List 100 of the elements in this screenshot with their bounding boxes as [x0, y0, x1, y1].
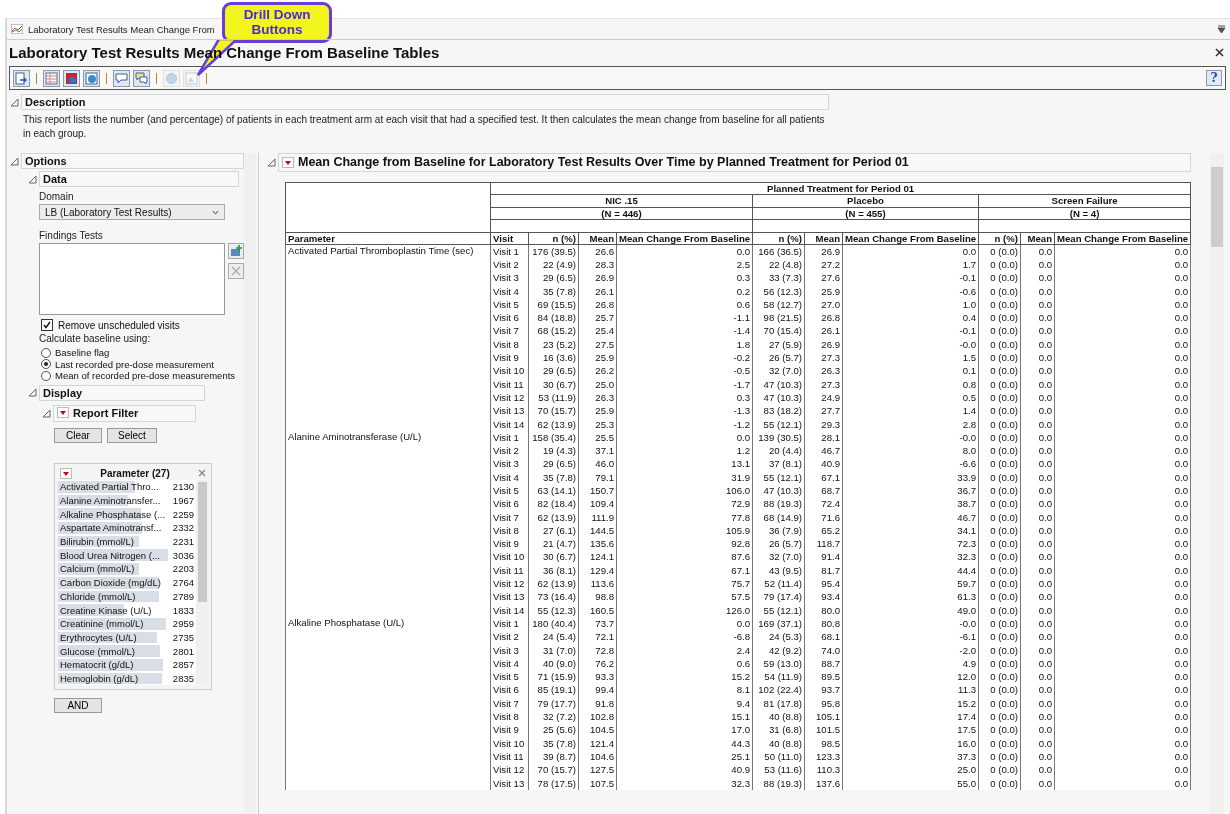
table-cell: Visit 9 [490, 723, 529, 737]
checkbox[interactable] [41, 319, 53, 331]
table-cell: 0.8 [842, 377, 979, 392]
field-label: Findings Tests [39, 230, 104, 241]
table-cell: 25.9 [578, 404, 617, 418]
disclosure-icon[interactable] [28, 388, 37, 397]
disclosure-icon[interactable] [267, 157, 276, 167]
and-button[interactable]: AND [54, 698, 102, 714]
table-cell: Visit 3 [490, 271, 529, 285]
toolbar-button[interactable] [83, 69, 100, 87]
table-cell: Visit 13 [490, 404, 529, 418]
list-item[interactable]: Hematocrit (g/dL) 2857 [58, 657, 196, 672]
table-cell: 26.9 [804, 244, 843, 259]
list-item[interactable]: Chloride (mmol/L) 2789 [58, 589, 196, 604]
list-item[interactable]: Alkaline Phosphatase (... 2259 [58, 507, 196, 522]
table-cell: 0 (0.0) [978, 404, 1021, 418]
section-header[interactable]: Description [21, 94, 829, 110]
table-cell: 53 (11.9) [528, 391, 579, 405]
list-item[interactable]: Calcium (mmol/L) 2203 [58, 562, 196, 576]
table-cell: 0.0 [1054, 510, 1191, 525]
list-item[interactable]: Alanine Aminotransfer... 1967 [58, 493, 196, 508]
list-item[interactable]: Bilirubin (mmol/L) 2231 [58, 534, 196, 549]
table-cell: 59 (13.0) [752, 657, 805, 671]
list-item[interactable]: Creatine Kinase (U/L) 1833 [58, 603, 196, 617]
table-cell: 1.8 [616, 338, 753, 352]
list-item[interactable]: Creatinine (mmol/L) 2959 [58, 616, 196, 631]
list-item[interactable]: Activated Partial Thro... 2130 [58, 480, 196, 494]
table-cell: 13.1 [616, 457, 753, 472]
table-cell: Visit 11 [490, 750, 529, 764]
table-cell: 101.5 [804, 723, 843, 737]
scrollbar[interactable] [244, 153, 256, 814]
table-cell: -2.0 [842, 643, 979, 658]
column-group-header: (N = 446) [490, 207, 753, 220]
clear-button[interactable]: Clear [54, 428, 102, 443]
list-item[interactable]: Hemoglobin (g/dL) 2835 [58, 671, 196, 686]
table-cell: 0.0 [1054, 404, 1191, 418]
table-cell: 53 (11.6) [752, 763, 805, 777]
table-cell: 31.9 [616, 471, 753, 485]
table-cell: 62 (13.9) [528, 510, 579, 525]
radio-button[interactable] [41, 347, 51, 358]
table-cell: 44.4 [842, 564, 979, 578]
dropdown-menu-icon[interactable] [60, 467, 72, 479]
table-cell: 62 (13.9) [528, 577, 579, 591]
table-cell: 70 (15.7) [528, 404, 579, 418]
close-icon [231, 266, 241, 276]
table-cell: 0 (0.0) [978, 723, 1021, 737]
toolbar-button[interactable] [13, 69, 30, 87]
table-cell: 26.8 [804, 311, 843, 325]
radio-button[interactable] [41, 359, 51, 370]
dropdown-menu-icon[interactable] [57, 407, 69, 418]
table-cell: Visit 8 [490, 338, 529, 352]
table-cell: 95.4 [804, 577, 843, 591]
table-cell: 0 (0.0) [978, 244, 1021, 259]
table-cell: 166 (36.5) [752, 244, 805, 259]
scrollbar[interactable] [1210, 153, 1224, 814]
toolbar-button[interactable] [133, 69, 150, 87]
table-cell: 91.4 [804, 550, 843, 565]
disclosure-icon[interactable] [42, 408, 51, 418]
toolbar-button[interactable] [43, 69, 60, 87]
radio-button[interactable] [41, 370, 51, 381]
section-header[interactable]: Data [39, 171, 239, 187]
table-cell: Visit 7 [490, 324, 529, 339]
table-cell: 0 (0.0) [978, 657, 1021, 671]
table-cell: 23 (5.2) [528, 338, 579, 352]
close-icon[interactable] [1215, 47, 1224, 57]
table-cell: 0.0 [1020, 271, 1055, 285]
column-group-header: (N = 4) [978, 207, 1191, 220]
table-cell: 0.0 [1020, 590, 1055, 604]
list-item[interactable]: Erythrocytes (U/L) 2735 [58, 630, 196, 645]
column-group-header: NIC .15 [490, 194, 753, 207]
table-cell: 24.9 [804, 391, 843, 405]
dropdown-menu-icon[interactable] [282, 156, 294, 168]
domain-dropdown[interactable]: LB (Laboratory Test Results) [39, 204, 225, 220]
table-cell: -1.3 [616, 404, 753, 418]
table-cell: 8.0 [842, 444, 979, 458]
table-cell: 0.6 [616, 657, 753, 671]
table-cell: -0.0 [842, 338, 979, 352]
disclosure-icon[interactable] [10, 97, 19, 107]
section-header[interactable]: Options [21, 153, 244, 169]
table-cell: Visit 4 [490, 284, 529, 299]
list-item[interactable]: Aspartate Aminotransf... 2332 [58, 521, 196, 535]
table-cell: Visit 14 [490, 417, 529, 432]
list-item[interactable]: Blood Urea Nitrogen (... 3036 [58, 548, 196, 563]
table-cell: 0 (0.0) [978, 643, 1021, 658]
table-cell: 0.0 [1020, 431, 1055, 445]
list-item[interactable]: Glucose (mmol/L) 2801 [58, 644, 196, 658]
help-button[interactable]: ? [1206, 70, 1222, 86]
section-header[interactable]: Display [39, 384, 205, 401]
scrollbar[interactable] [196, 480, 208, 686]
menu-arrow-icon[interactable] [1217, 24, 1226, 34]
add-button[interactable] [228, 243, 244, 259]
select-button[interactable]: Select [107, 428, 157, 443]
list-item[interactable]: Carbon Dioxide (mg/dL) 2764 [58, 575, 196, 590]
section-header[interactable]: Mean Change from Baseline for Laboratory Test Results Over Time by Planned Treatment for Period 01 [278, 153, 1191, 172]
toolbar-button[interactable] [113, 69, 130, 87]
toolbar-button[interactable] [63, 69, 80, 87]
table-cell: 27.5 [578, 338, 617, 352]
section-header[interactable]: Report Filter [53, 404, 196, 422]
table-cell: 79.1 [578, 471, 617, 485]
table-cell: 106.0 [616, 484, 753, 498]
